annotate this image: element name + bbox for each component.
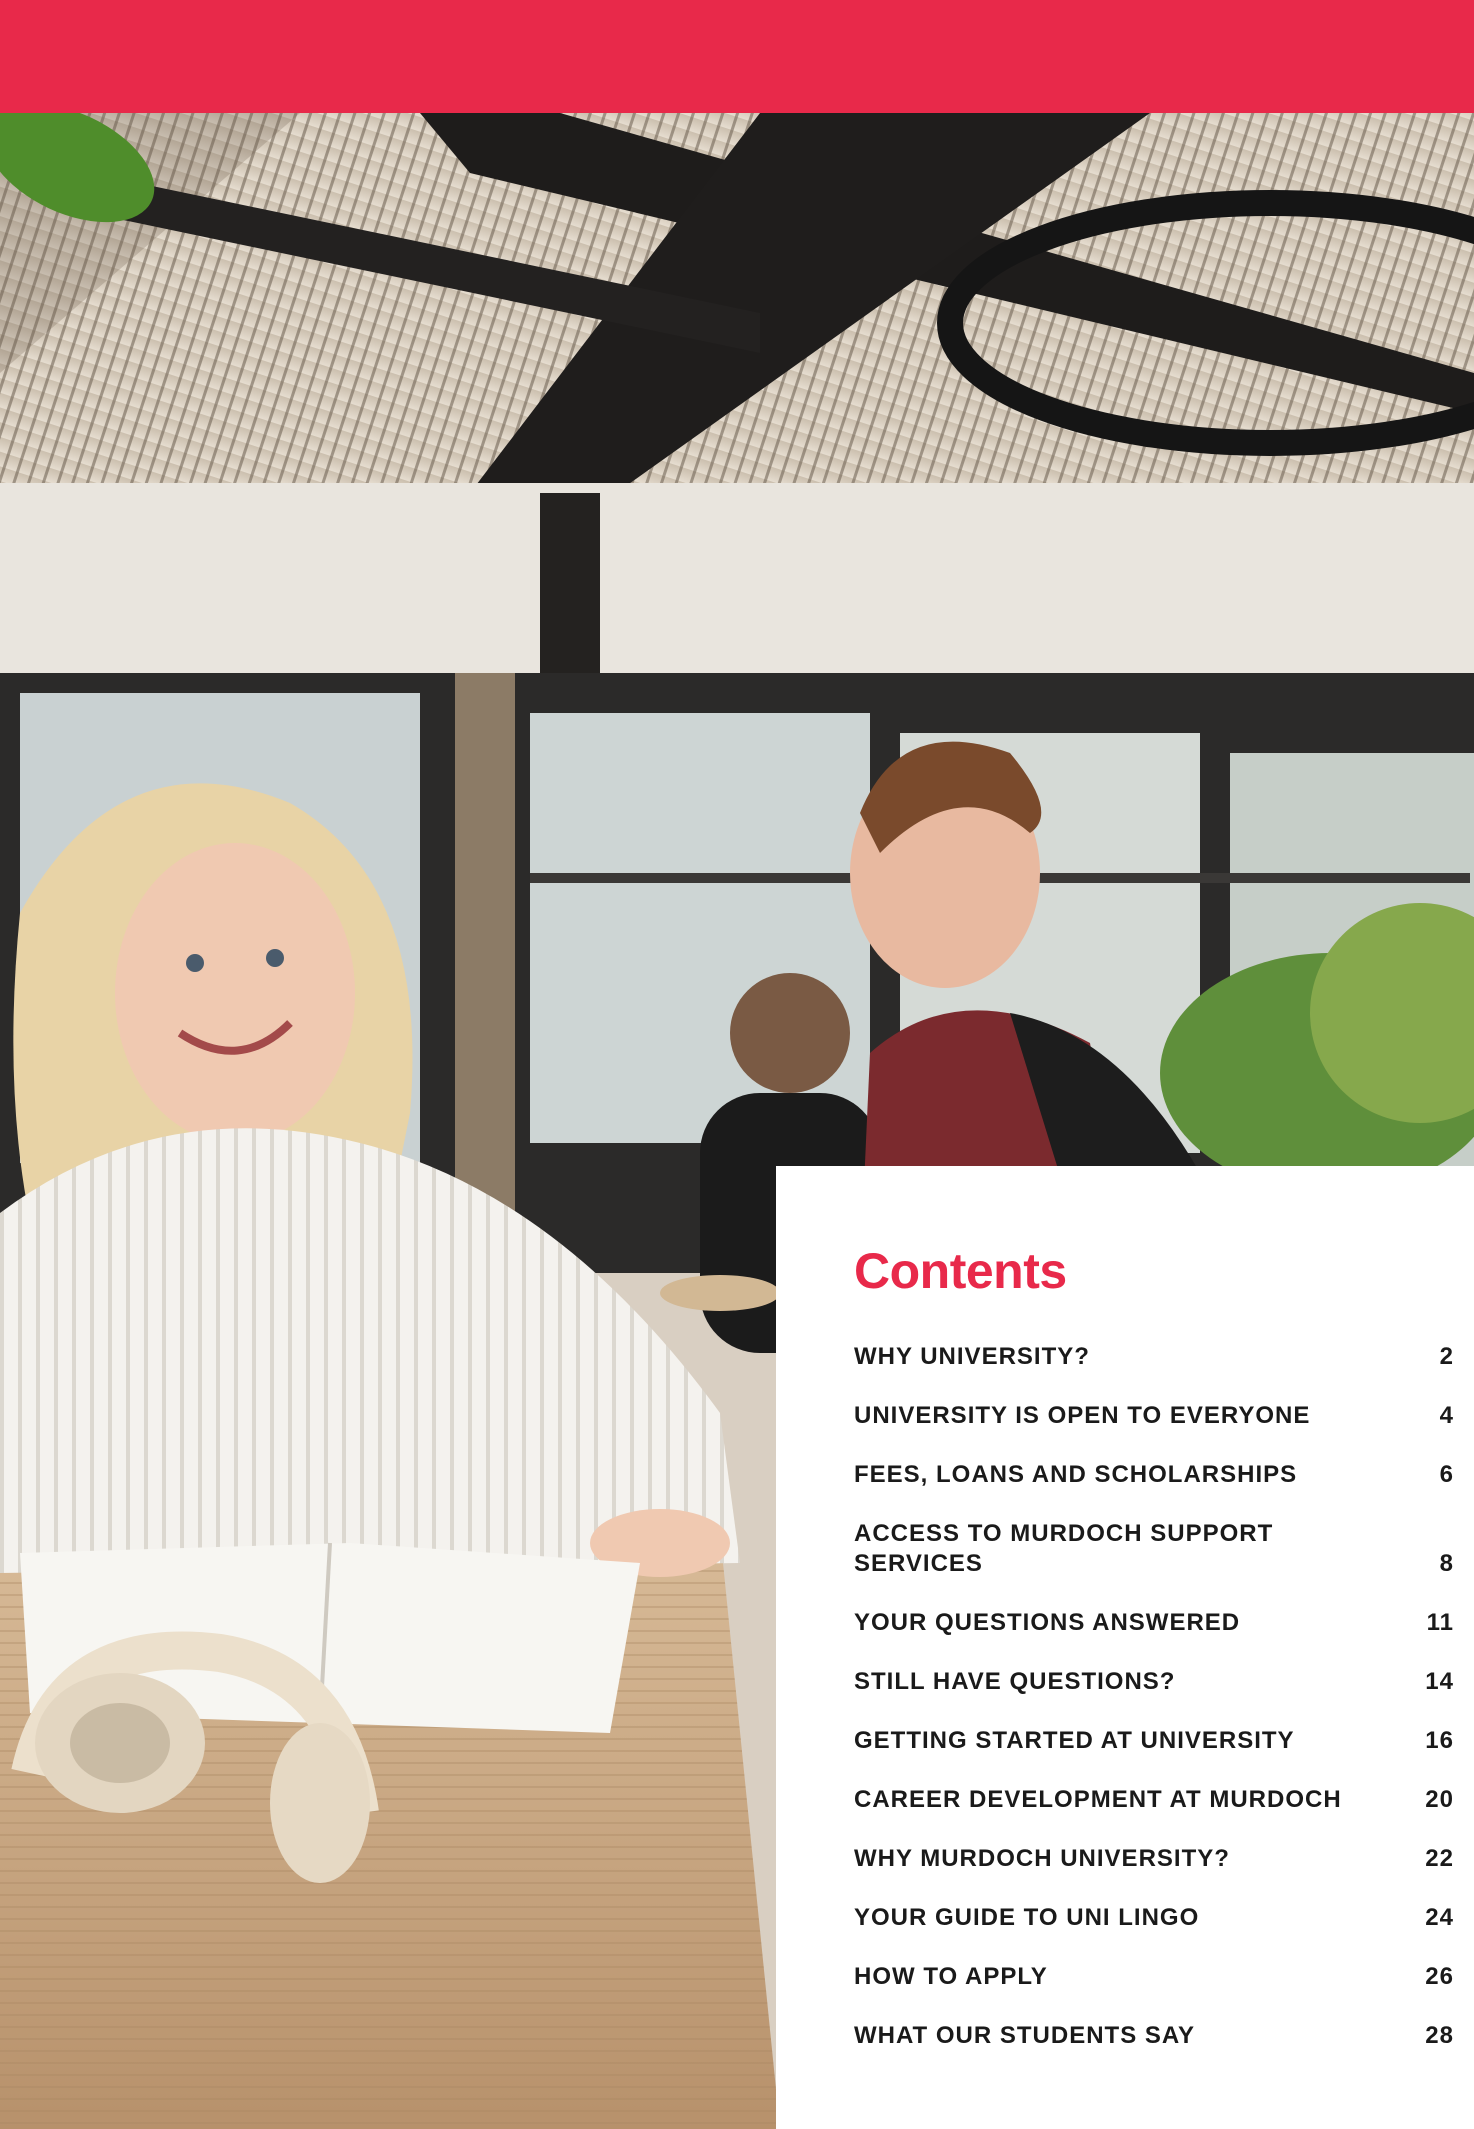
- toc-item[interactable]: ACCESS TO MURDOCH SUPPORT SERVICES 8: [854, 1519, 1454, 1579]
- toc-item-page: 8: [1439, 1550, 1454, 1577]
- toc-item-label: YOUR GUIDE TO UNI LINGO: [854, 1904, 1200, 1931]
- contents-title: Contents: [854, 1243, 1067, 1299]
- toc-item-page: 4: [1439, 1402, 1454, 1429]
- contents-panel: Contents WHY UNIVERSITY? 2 UNIVERSITY IS …: [776, 1166, 1474, 2129]
- toc-item-page: 22: [1425, 1845, 1454, 1872]
- toc-item-label: CAREER DEVELOPMENT AT MURDOCH: [854, 1786, 1342, 1813]
- top-color-band: [0, 0, 1474, 113]
- toc-item[interactable]: YOUR GUIDE TO UNI LINGO 24: [854, 1903, 1454, 1933]
- toc-item[interactable]: WHAT OUR STUDENTS SAY 28: [854, 2021, 1454, 2051]
- toc-item[interactable]: WHY MURDOCH UNIVERSITY? 22: [854, 1844, 1454, 1874]
- toc-item[interactable]: UNIVERSITY IS OPEN TO EVERYONE 4: [854, 1401, 1454, 1431]
- toc-item-page: 11: [1426, 1609, 1454, 1636]
- toc-item-page: 6: [1439, 1461, 1454, 1488]
- toc-item-page: 20: [1425, 1786, 1454, 1813]
- toc-item-label: WHAT OUR STUDENTS SAY: [854, 2022, 1196, 2049]
- toc-item-page: 28: [1425, 2022, 1454, 2049]
- toc-item-label: STILL HAVE QUESTIONS?: [854, 1668, 1176, 1695]
- toc-item-page: 26: [1425, 1963, 1454, 1990]
- toc-item-page: 2: [1439, 1343, 1454, 1370]
- toc-item[interactable]: FEES, LOANS AND SCHOLARSHIPS 6: [854, 1460, 1454, 1490]
- toc-item[interactable]: HOW TO APPLY 26: [854, 1962, 1454, 1992]
- toc-item-label: FEES, LOANS AND SCHOLARSHIPS: [854, 1461, 1298, 1488]
- toc-item-label: ACCESS TO MURDOCH SUPPORT SERVICES: [854, 1520, 1274, 1577]
- toc-item-page: 16: [1425, 1727, 1454, 1754]
- toc-item[interactable]: GETTING STARTED AT UNIVERSITY 16: [854, 1726, 1454, 1756]
- toc-item[interactable]: STILL HAVE QUESTIONS? 14: [854, 1667, 1454, 1697]
- toc-item-page: 24: [1425, 1904, 1454, 1931]
- toc-item-label: GETTING STARTED AT UNIVERSITY: [854, 1727, 1295, 1754]
- toc-item-label: WHY MURDOCH UNIVERSITY?: [854, 1845, 1230, 1872]
- toc-item-label: HOW TO APPLY: [854, 1963, 1048, 1990]
- toc-item[interactable]: YOUR QUESTIONS ANSWERED 11: [854, 1608, 1454, 1638]
- toc-item-label: YOUR QUESTIONS ANSWERED: [854, 1609, 1241, 1636]
- toc-item-label: WHY UNIVERSITY?: [854, 1343, 1090, 1370]
- toc-item-page: 14: [1425, 1668, 1454, 1695]
- toc-item[interactable]: WHY UNIVERSITY? 2: [854, 1342, 1454, 1372]
- table-of-contents: WHY UNIVERSITY? 2 UNIVERSITY IS OPEN TO E…: [854, 1342, 1454, 2080]
- toc-item-label: UNIVERSITY IS OPEN TO EVERYONE: [854, 1402, 1311, 1429]
- toc-item[interactable]: CAREER DEVELOPMENT AT MURDOCH 20: [854, 1785, 1454, 1815]
